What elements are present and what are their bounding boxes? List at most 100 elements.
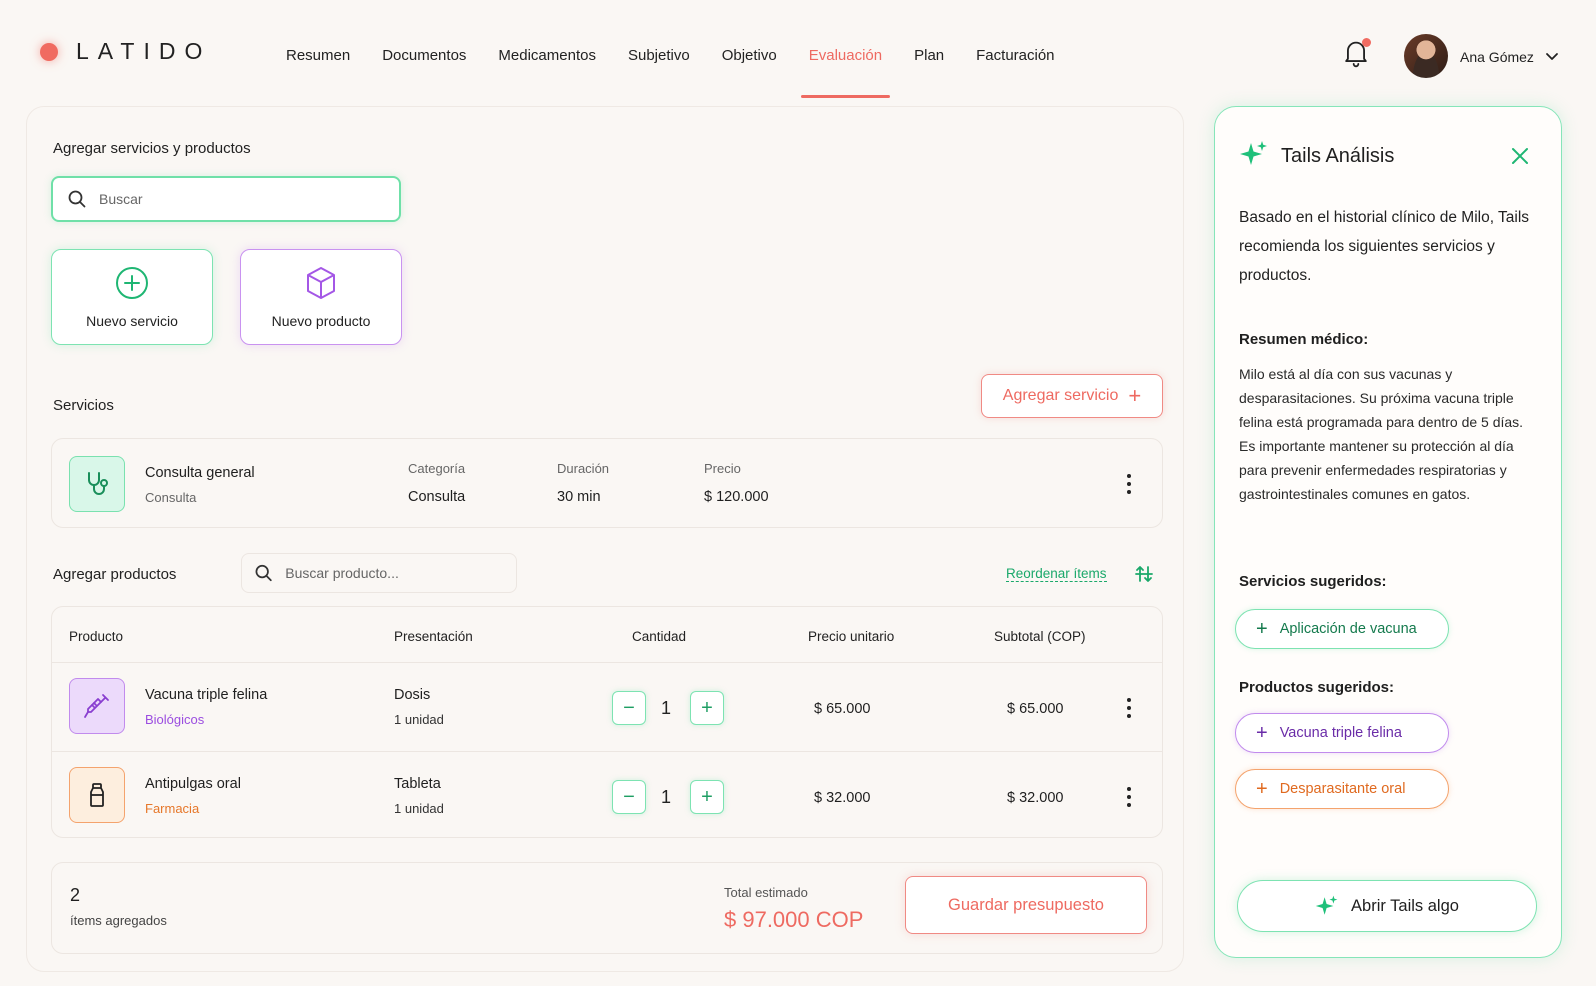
suggested-product-label: Vacuna triple felina (1279, 725, 1402, 741)
product-search-box[interactable] (241, 553, 517, 593)
table-row: Antipulgas oral Farmacia Tableta 1 unida… (52, 752, 1162, 838)
user-name[interactable]: Ana Gómez (1460, 49, 1534, 65)
total-value: $ 97.000 COP (724, 907, 864, 932)
save-budget-button[interactable]: Guardar presupuesto (905, 876, 1147, 934)
add-service-button[interactable]: Agregar servicio + (981, 374, 1163, 418)
nav-tab-evaluacion[interactable]: Evaluación (800, 0, 891, 100)
suggested-products-title: Productos sugeridos: (1239, 679, 1395, 696)
notification-dot (1362, 38, 1371, 47)
quantity-decrease-button[interactable]: − (612, 780, 646, 814)
nav-tab-facturacion[interactable]: Facturación (968, 0, 1062, 100)
plus-icon: + (1256, 722, 1268, 744)
quantity-decrease-button[interactable]: − (612, 691, 646, 725)
nav-tab-resumen[interactable]: Resumen (278, 0, 358, 100)
suggested-service-chip[interactable]: + Aplicación de vacuna (1235, 609, 1449, 649)
product-search-input[interactable] (285, 565, 516, 581)
product-presentation: Tableta (394, 776, 441, 792)
add-section-title: Agregar servicios y productos (53, 140, 251, 157)
logo-dot-icon (40, 42, 58, 61)
plus-icon: + (1256, 618, 1268, 640)
column-header-subtotal: Subtotal (COP) (994, 629, 1086, 644)
bottle-icon (69, 767, 125, 823)
suggested-product-label: Desparasitante oral (1279, 781, 1406, 797)
service-category-label: Categoría (408, 461, 466, 476)
table-row: Vacuna triple felina Biológicos Dosis 1 … (52, 663, 1162, 751)
service-name: Consulta general (145, 465, 255, 481)
new-service-button[interactable]: Nuevo servicio (51, 249, 213, 345)
main-panel (26, 106, 1184, 972)
suggested-product-chip[interactable]: + Desparasitante oral (1235, 769, 1449, 809)
box-icon (307, 267, 335, 299)
syringe-icon (69, 678, 125, 734)
product-more-icon[interactable] (1119, 785, 1139, 809)
panel-intro: Basado en el historial clínico de Milo, … (1239, 209, 1530, 284)
service-price-label: Precio (704, 461, 741, 476)
product-name: Antipulgas oral (145, 776, 241, 792)
reorder-items-link[interactable]: Reordenar ítems (1006, 566, 1107, 582)
suggested-product-chip[interactable]: + Vacuna triple felina (1235, 713, 1449, 753)
stethoscope-icon (69, 456, 125, 512)
new-service-label: Nuevo servicio (86, 313, 178, 329)
summary-title: Resumen médico: (1239, 331, 1369, 348)
service-price: $ 120.000 (704, 489, 769, 505)
chevron-down-icon[interactable] (1544, 48, 1560, 64)
summary-text: Milo está al día con sus vacunas y despa… (1239, 366, 1524, 502)
reorder-icon[interactable] (1134, 564, 1154, 584)
search-box[interactable] (51, 176, 401, 222)
quantity-value[interactable]: 1 (651, 787, 681, 808)
products-table: Producto Presentación Cantidad Precio un… (51, 606, 1163, 838)
quantity-increase-button[interactable]: + (690, 691, 724, 725)
items-count: 2 (70, 885, 81, 905)
product-subtotal: $ 65.000 (1007, 701, 1064, 717)
column-header-product: Producto (69, 629, 124, 644)
service-more-icon[interactable] (1119, 472, 1139, 496)
add-circle-icon (116, 267, 148, 299)
plus-icon: + (1256, 778, 1268, 800)
product-unit: 1 unidad (394, 712, 444, 727)
items-count-label: ítems agregados (70, 913, 167, 928)
nav-tab-plan[interactable]: Plan (906, 0, 952, 100)
search-icon (255, 564, 272, 582)
product-subtotal: $ 32.000 (1007, 790, 1064, 806)
product-category: Farmacia (145, 801, 200, 816)
quantity-increase-button[interactable]: + (690, 780, 724, 814)
quantity-value[interactable]: 1 (651, 698, 681, 719)
product-presentation: Dosis (394, 687, 431, 703)
add-service-label: Agregar servicio (1002, 387, 1119, 404)
tails-analysis-panel: Tails Análisis Basado en el historial cl… (1214, 106, 1562, 958)
open-tails-label: Abrir Tails algo (1351, 896, 1459, 915)
service-category: Consulta (408, 489, 466, 505)
new-product-button[interactable]: Nuevo producto (240, 249, 402, 345)
main-nav: Resumen Documentos Medicamentos Subjetiv… (278, 0, 1079, 100)
product-unit-price: $ 65.000 (814, 701, 871, 717)
brand-logo[interactable]: LATIDO (40, 38, 211, 65)
open-tails-button[interactable]: Abrir Tails algo (1237, 880, 1537, 932)
close-icon[interactable] (1509, 145, 1531, 167)
service-subtitle: Consulta (145, 490, 197, 505)
notifications-bell-icon[interactable] (1342, 38, 1372, 70)
nav-tab-subjetivo[interactable]: Subjetivo (620, 0, 698, 100)
products-title: Agregar productos (53, 566, 177, 583)
product-unit: 1 unidad (394, 801, 444, 816)
column-header-presentation: Presentación (394, 629, 473, 644)
nav-tab-medicamentos[interactable]: Medicamentos (490, 0, 604, 100)
user-avatar[interactable] (1404, 34, 1448, 78)
sparkle-icon (1315, 895, 1338, 915)
suggested-service-label: Aplicación de vacuna (1279, 621, 1417, 637)
column-header-quantity: Cantidad (632, 629, 687, 644)
new-product-label: Nuevo producto (271, 313, 371, 329)
service-row: Consulta general Consulta Categoría Cons… (51, 438, 1163, 528)
product-more-icon[interactable] (1119, 696, 1139, 720)
plus-icon: + (1128, 383, 1142, 408)
brand-name: LATIDO (76, 38, 212, 64)
nav-tab-objetivo[interactable]: Objetivo (714, 0, 785, 100)
service-duration-label: Duración (557, 461, 610, 476)
product-category: Biológicos (145, 712, 205, 727)
services-title: Servicios (53, 397, 114, 414)
service-duration: 30 min (557, 489, 601, 505)
nav-tab-documentos[interactable]: Documentos (374, 0, 474, 100)
search-input[interactable] (99, 191, 339, 207)
column-header-unit-price: Precio unitario (808, 629, 895, 644)
product-name: Vacuna triple felina (145, 687, 268, 703)
total-label: Total estimado (724, 885, 808, 900)
